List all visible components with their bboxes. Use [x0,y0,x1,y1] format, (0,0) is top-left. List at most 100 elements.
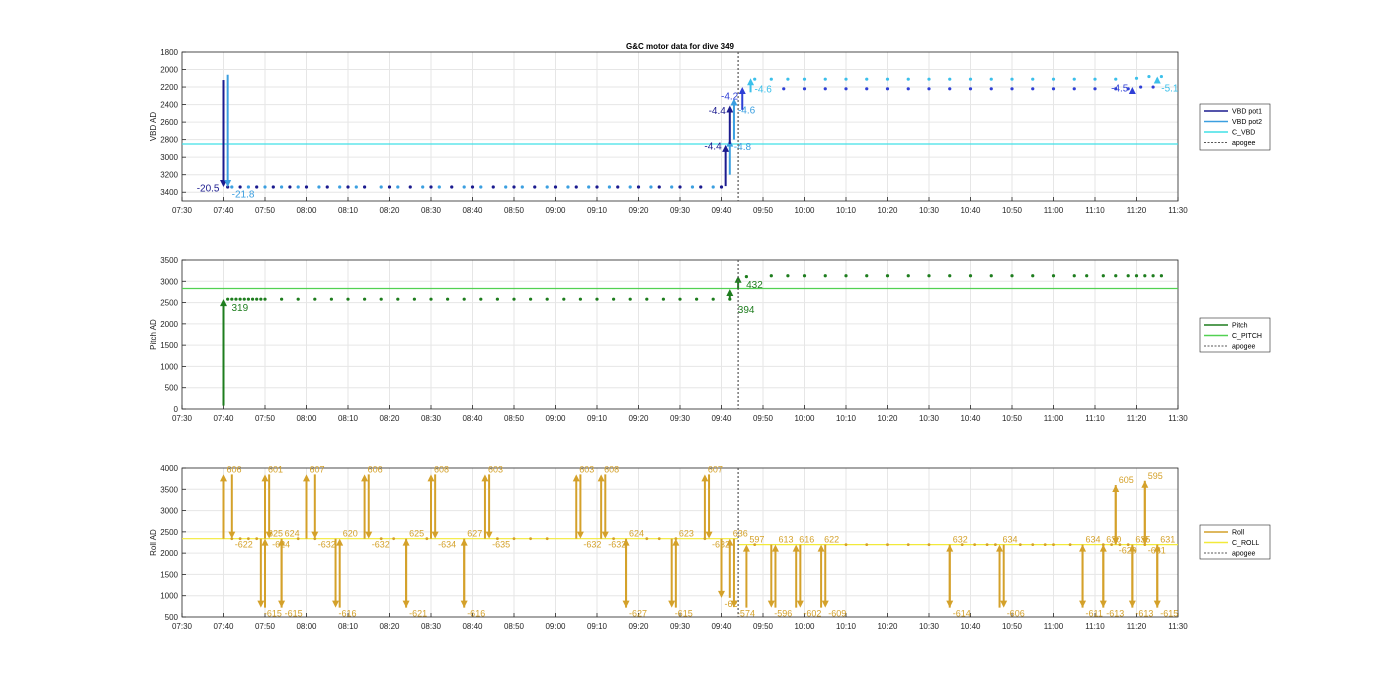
y-tick-label: 0 [174,405,179,414]
data-point [973,543,977,547]
arrow-label: -602 [803,609,821,619]
arrow-head [261,474,269,482]
arrow-head [668,600,676,608]
data-point [769,77,773,81]
x-tick-label: 08:10 [338,622,359,631]
arrow-label: -632 [372,540,390,550]
arrow-label: -5.1 [1161,83,1179,94]
arrow-label: -635 [492,540,510,550]
data-point [566,185,570,189]
x-tick-label: 07:50 [255,206,276,215]
data-point [989,87,993,91]
arrow-head [220,474,227,482]
data-point [645,537,649,541]
data-point [1159,274,1163,278]
vbd-arrow [726,105,734,145]
arrow-head [821,600,829,608]
arrow-label: 319 [232,303,249,314]
x-tick-label: 11:00 [1044,414,1064,423]
arrow-head [1128,87,1136,95]
data-point [529,537,532,541]
data-point [1143,274,1147,278]
data-point [512,185,516,189]
data-point [520,185,524,189]
x-tick-label: 09:20 [628,622,649,631]
x-tick-label: 10:30 [919,622,940,631]
data-point [985,543,989,547]
data-point [616,185,620,189]
data-point [948,274,952,278]
data-point [313,297,317,301]
arrow-label: 622 [824,535,839,545]
arrow-head [361,474,369,482]
data-point [1151,274,1155,278]
roll-arrow [705,474,713,539]
data-point [396,185,400,189]
data-point [645,297,649,301]
arrow-label: -622 [235,540,253,550]
data-point [612,297,616,301]
data-point [238,185,242,189]
vbd-arrow [1153,76,1161,84]
x-tick-label: 10:10 [836,622,857,631]
vbd-arrow [220,80,227,187]
roll-arrow [431,474,439,539]
data-point [628,185,632,189]
arrow-head [261,538,269,546]
x-tick-label: 08:00 [296,414,317,423]
x-tick-label: 07:30 [172,622,193,631]
panel-3: 07:30 07:40 07:50 08:00 08:10 08:20 08:30 08:40… [149,464,1271,631]
roll-arrow [672,538,680,608]
data-point [512,537,516,541]
roll-arrow [257,538,265,608]
data-point [379,185,383,189]
data-point [329,297,333,301]
data-point [1068,543,1072,547]
data-point [396,297,400,301]
data-point [1101,274,1105,278]
legend-label: apogee [1232,140,1255,147]
y-tick-label: 1800 [160,48,178,57]
arrow-head [303,474,310,482]
data-point [1031,274,1035,278]
data-point [948,77,952,81]
arrow-label: -632 [318,540,336,550]
legend-label: Pitch [1232,323,1248,330]
arrow-label: -615 [264,609,282,619]
y-tick-label: 3500 [160,485,178,494]
y-tick-label: 1500 [160,341,178,350]
x-tick-label: 10:40 [960,622,981,631]
data-point [1031,77,1035,81]
arrow-label: 606 [368,464,383,474]
data-point [844,543,848,547]
data-point [657,537,661,541]
arrow-head [485,531,493,539]
x-tick-label: 09:30 [670,206,691,215]
data-point [678,297,682,301]
x-tick-label: 11:10 [1085,622,1105,631]
y-axis-label: Pitch AD [149,319,158,350]
data-point [968,77,973,81]
data-point [1085,274,1089,278]
data-point [421,185,425,189]
roll-arrow [336,538,344,608]
arrow-label: -627 [629,609,647,619]
y-tick-label: 1500 [160,570,178,579]
roll-arrow [597,474,605,539]
arrow-head [1153,600,1161,608]
arrow-label: 616 [799,535,814,545]
data-point [304,185,309,189]
arrow-head [597,474,605,482]
x-tick-label: 08:10 [338,206,359,215]
arrow-label: -4.4 [709,106,727,117]
data-point [802,77,807,81]
arrow-head [796,600,804,608]
x-tick-label: 11:20 [1127,414,1147,423]
x-tick-label: 08:20 [379,206,400,215]
data-point [354,185,358,189]
data-point [1134,76,1139,80]
data-point [255,297,259,301]
arrow-head [402,538,410,546]
figure-title: G&C motor data for dive 349 [626,42,735,51]
x-tick-label: 09:10 [587,206,608,215]
